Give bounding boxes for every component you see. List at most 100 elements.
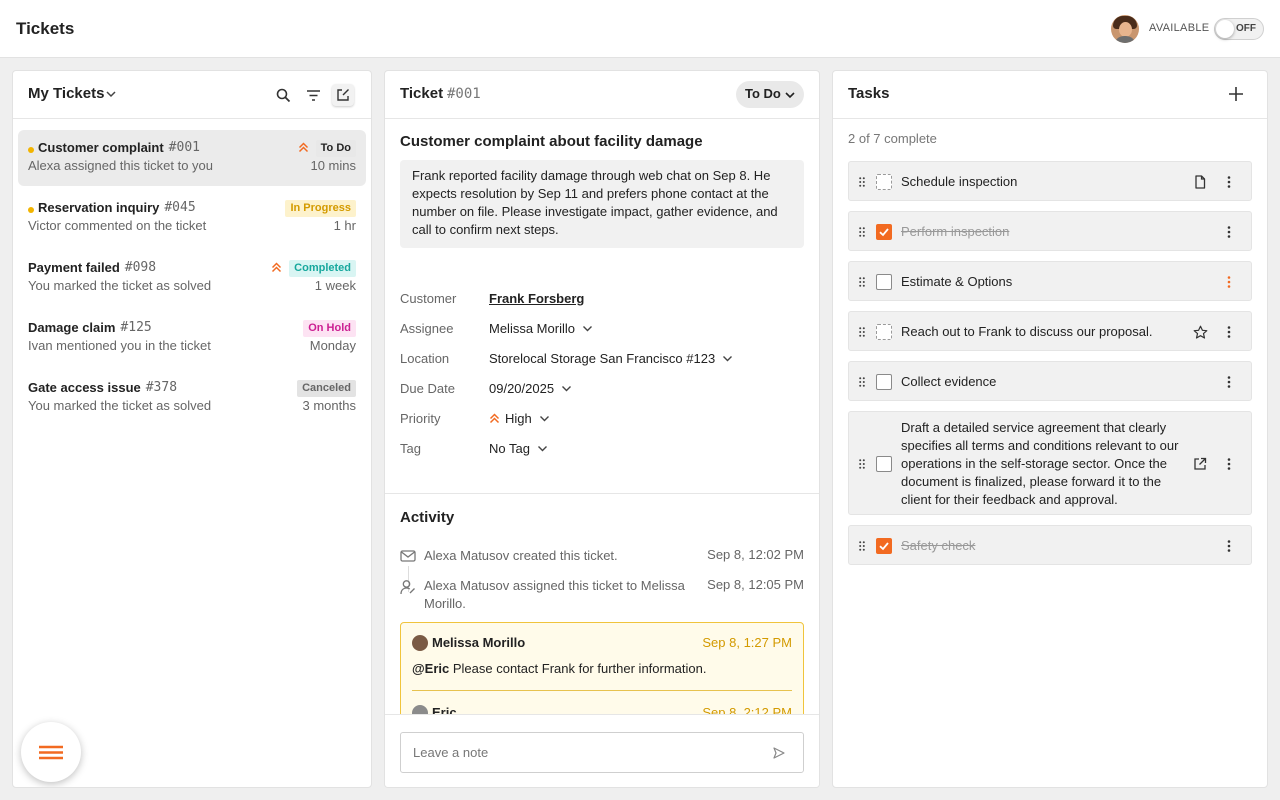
location-dropdown[interactable]: Storelocal Storage San Francisco #123 [489,351,733,366]
task-checkbox[interactable] [876,174,892,190]
task-label: Safety check [901,538,976,553]
task-label: Estimate & Options [901,274,1013,289]
ticket-time: 3 months [302,398,356,413]
priority-label: Priority [400,411,441,426]
task-checkbox[interactable] [876,456,892,472]
customer-link[interactable]: Frank Forsberg [489,291,584,306]
tag-dropdown[interactable]: No Tag [489,441,548,456]
task-item[interactable]: Safety check [848,525,1252,565]
drag-handle-icon[interactable] [859,277,865,287]
task-item[interactable]: Collect evidence [848,361,1252,401]
task-item[interactable]: Draft a detailed service agreement that … [848,411,1252,515]
tag-value: No Tag [489,441,530,456]
priority-dropdown[interactable]: High [489,411,550,426]
ticket-time: 1 week [314,278,356,293]
more-menu-icon[interactable] [1227,326,1231,338]
availability-toggle[interactable]: OFF [1214,18,1264,40]
my-tickets-title[interactable]: My Tickets [28,85,104,102]
more-menu-icon[interactable] [1227,376,1231,388]
task-checkbox[interactable] [876,538,892,554]
drag-handle-icon[interactable] [859,177,865,187]
activity-heading: Activity [400,509,455,526]
task-item[interactable]: Perform inspection [848,211,1252,251]
drag-handle-icon[interactable] [859,327,865,337]
menu-fab-button[interactable] [21,722,81,782]
chevron-down-icon[interactable] [105,88,117,100]
ticket-created-icon [400,549,416,563]
status-badge: To Do [315,140,356,157]
chevron-down-icon [722,355,733,363]
more-menu-icon[interactable] [1227,458,1231,470]
status-dropdown[interactable]: To Do [736,81,804,108]
due-date-dropdown[interactable]: 09/20/2025 [489,381,572,396]
assignee-label: Assignee [400,321,454,336]
note-text: Please contact Frank for further informa… [449,661,707,676]
ticket-heading: Customer complaint about facility damage [400,133,703,150]
compose-icon[interactable] [332,84,354,106]
tasks-title: Tasks [848,85,890,102]
external-link-icon[interactable] [1193,457,1207,471]
ticket-subtitle: You marked the ticket as solved [28,398,212,413]
note-body: @Eric Please contact Frank for further i… [412,661,706,676]
send-icon[interactable] [773,747,785,759]
more-menu-icon[interactable] [1227,176,1231,188]
priority-value: High [505,411,532,426]
drag-handle-icon[interactable] [859,227,865,237]
status-badge: Completed [289,260,356,277]
hamburger-icon [38,743,64,761]
ticket-detail-body[interactable]: Customer complaint about facility damage… [385,120,819,714]
document-icon[interactable] [1193,175,1207,189]
ticket-number: #001 [168,140,200,155]
task-item[interactable]: Reach out to Frank to discuss our propos… [848,311,1252,351]
task-checkbox[interactable] [876,224,892,240]
ticket-list-item[interactable]: Customer complaint #001 Alexa assigned thi… [18,130,366,186]
drag-handle-icon[interactable] [859,541,865,551]
star-icon[interactable] [1193,325,1208,340]
note-thread: Melissa Morillo Sep 8, 1:27 PM @Eric Ple… [400,622,804,714]
ticket-title: Customer complaint [38,140,164,155]
priority-field: Priority High [400,409,804,429]
ticket-time: Monday [309,338,356,353]
priority-high-icon [271,262,282,273]
ticket-title: Payment failed [28,260,120,275]
search-icon[interactable] [272,84,294,106]
task-item[interactable]: Estimate & Options [848,261,1252,301]
assignee-dropdown[interactable]: Melissa Morillo [489,321,593,336]
more-menu-icon[interactable] [1227,540,1231,552]
more-menu-icon[interactable] [1227,226,1231,238]
due-date-field: Due Date 09/20/2025 [400,379,804,399]
tag-label: Tag [400,441,421,456]
drag-handle-icon[interactable] [859,459,865,469]
toggle-knob [1216,20,1234,38]
task-item[interactable]: Schedule inspection [848,161,1252,201]
ticket-list-item[interactable]: Gate access issue #378 You marked the tick… [18,370,366,426]
task-checkbox[interactable] [876,374,892,390]
due-date-value: 09/20/2025 [489,381,555,396]
ticket-subtitle: Victor commented on the ticket [28,218,207,233]
ticket-number: #125 [120,320,152,335]
task-checkbox[interactable] [876,274,892,290]
note-time: Sep 8, 2:12 PM [702,705,792,714]
chevron-down-icon [561,385,572,393]
ticket-title: Damage claim [28,320,116,335]
chevron-down-icon [539,415,550,423]
plus-icon[interactable] [1227,85,1245,103]
note-input[interactable] [400,732,804,773]
ticket-list-item[interactable]: Damage claim #125 Ivan mentioned you in th… [18,310,366,366]
task-checkbox[interactable] [876,324,892,340]
ticket-number: #001 [447,86,481,102]
drag-handle-icon[interactable] [859,377,865,387]
unread-dot [28,207,34,213]
ticket-title: Reservation inquiry [38,200,160,215]
ticket-list-item[interactable]: Reservation inquiry #045 Victor commented … [18,190,366,246]
filter-icon[interactable] [302,84,324,106]
ticket-list-item[interactable]: Payment failed #098 You marked the ticket … [18,250,366,306]
activity-text: Alexa Matusov created this ticket. [424,548,618,563]
user-avatar[interactable] [1111,15,1139,43]
customer-field: Customer Frank Forsberg [400,289,804,309]
more-menu-icon[interactable] [1227,276,1231,288]
unread-dot [28,147,34,153]
ticket-subtitle: Ivan mentioned you in the ticket [28,338,211,353]
note-mention[interactable]: @Eric [412,661,449,676]
location-label: Location [400,351,450,366]
